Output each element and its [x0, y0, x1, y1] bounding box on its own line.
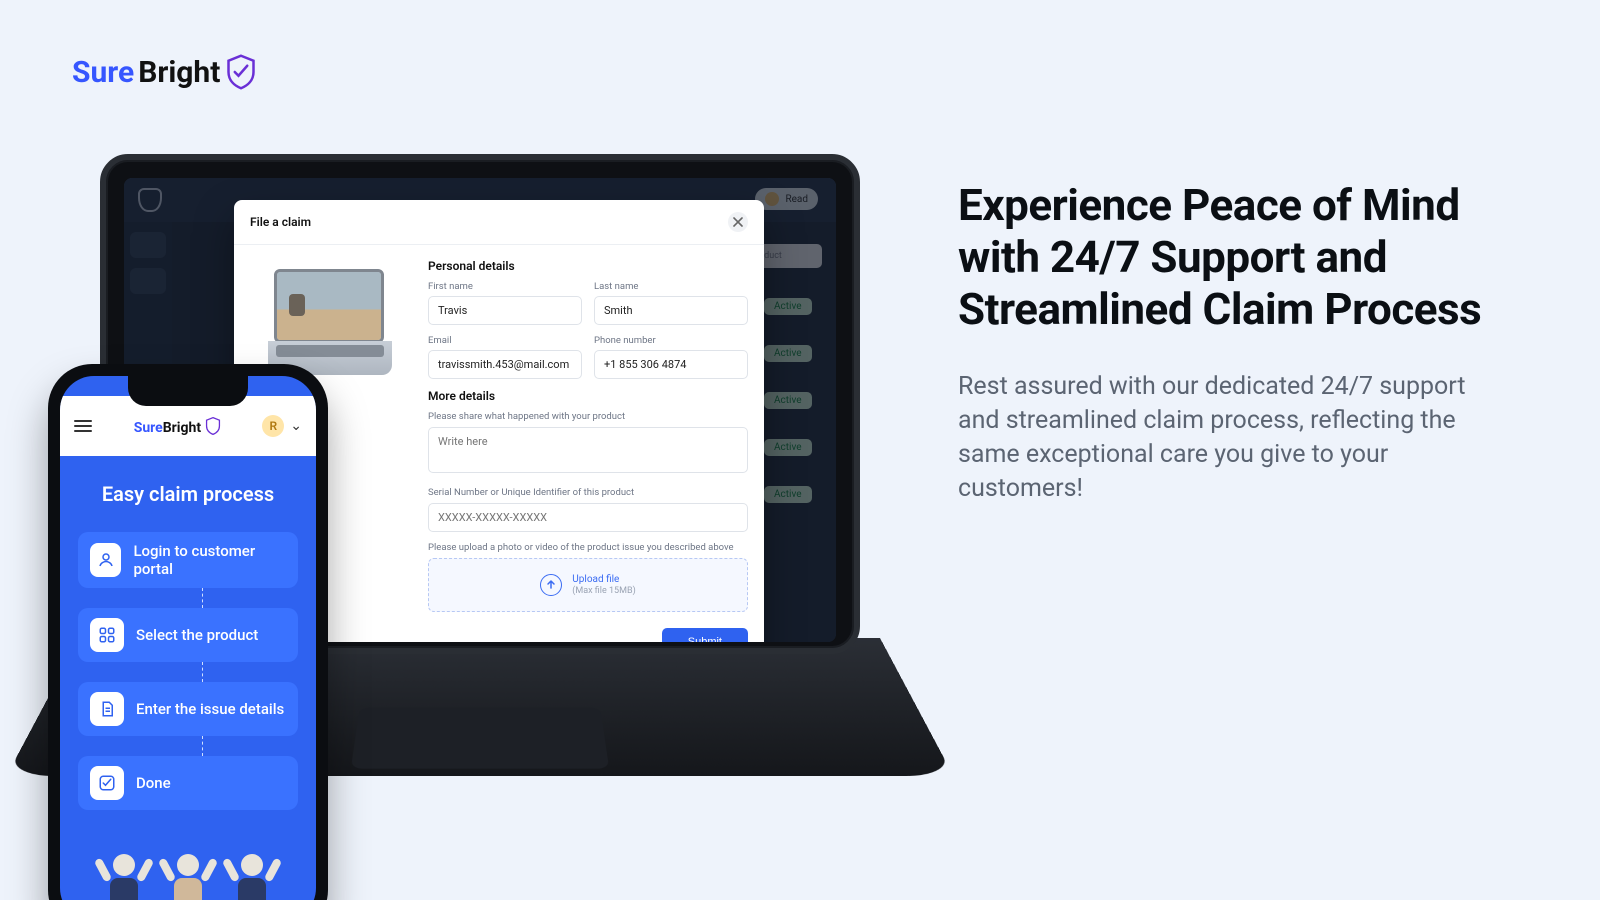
user-icon [90, 543, 121, 577]
menu-button[interactable] [74, 417, 92, 435]
check-icon [90, 766, 124, 800]
section-more-details: More details [428, 389, 748, 403]
modal-title: File a claim [250, 215, 311, 229]
phone-brand-logo: SureBright [134, 417, 221, 436]
serial-label: Serial Number or Unique Identifier of th… [428, 487, 748, 498]
submit-button[interactable]: Submit [662, 628, 748, 642]
brand-word-1: Sure [72, 55, 134, 90]
step-connector [202, 662, 203, 682]
brand-word-2: Bright [138, 55, 220, 90]
subtext: Rest assured with our dedicated 24/7 sup… [958, 370, 1503, 506]
last-name-label: Last name [594, 281, 748, 292]
phone-mockup: SureBright R ⌄ Easy claim process Login … [48, 364, 328, 900]
issue-label: Please share what happened with your pro… [428, 411, 748, 422]
phone-input[interactable] [594, 350, 748, 379]
serial-input[interactable] [428, 503, 748, 532]
step-label: Login to customer portal [133, 542, 286, 578]
phone-notch [128, 376, 248, 406]
laptop-trackpad [351, 707, 609, 768]
grid-icon [90, 618, 124, 652]
shield-icon [205, 417, 221, 435]
phone-screen: SureBright R ⌄ Easy claim process Login … [60, 376, 316, 900]
modal-close-button[interactable] [728, 212, 748, 232]
step-connector [202, 588, 203, 608]
phone-heading: Easy claim process [78, 482, 298, 506]
step-label: Done [136, 774, 171, 792]
close-icon [733, 217, 743, 227]
upload-cta: Upload file [572, 574, 619, 585]
upload-icon [540, 574, 562, 596]
step-label: Enter the issue details [136, 700, 284, 718]
first-name-input[interactable] [428, 296, 582, 325]
step-select-product[interactable]: Select the product [78, 608, 298, 662]
phone-label: Phone number [594, 335, 748, 346]
step-enter-details[interactable]: Enter the issue details [78, 682, 298, 736]
chevron-down-icon: ⌄ [290, 418, 302, 434]
celebration-illustration [60, 842, 316, 900]
upload-label: Please upload a photo or video of the pr… [428, 542, 748, 553]
upload-dropzone[interactable]: Upload file (Max file 15MB) [428, 558, 748, 612]
step-done[interactable]: Done [78, 756, 298, 810]
issue-textarea[interactable] [428, 427, 748, 473]
last-name-input[interactable] [594, 296, 748, 325]
step-label: Select the product [136, 626, 258, 644]
first-name-label: First name [428, 281, 582, 292]
headline: Experience Peace of Mind with 24/7 Suppo… [958, 180, 1503, 336]
document-icon [90, 692, 124, 726]
email-label: Email [428, 335, 582, 346]
step-login[interactable]: Login to customer portal [78, 532, 298, 588]
shield-icon [226, 54, 256, 90]
avatar: R [262, 415, 284, 437]
upload-hint: (Max file 15MB) [572, 586, 635, 597]
phone-user-menu[interactable]: R ⌄ [262, 415, 302, 437]
brand-logo: SureBright [72, 54, 256, 90]
step-connector [202, 736, 203, 756]
email-input[interactable] [428, 350, 582, 379]
section-personal-details: Personal details [428, 259, 748, 273]
marketing-copy: Experience Peace of Mind with 24/7 Suppo… [958, 180, 1503, 506]
